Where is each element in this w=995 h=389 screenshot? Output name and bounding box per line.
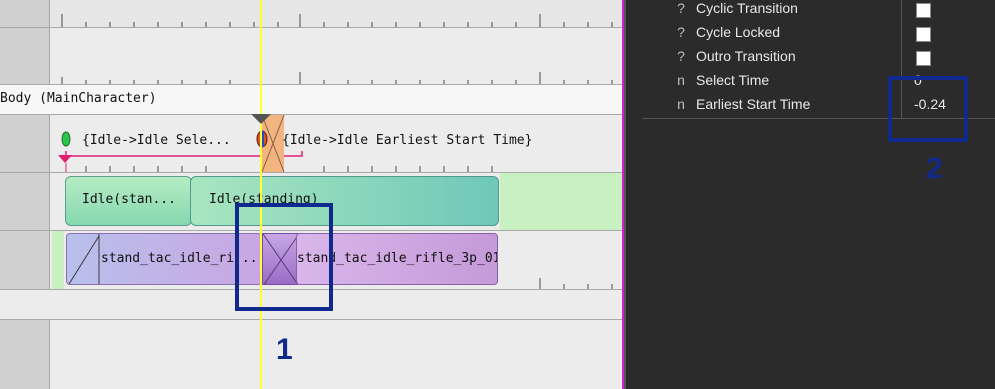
state-clip-idle-short[interactable]: Idle(stan... — [65, 176, 192, 226]
state-clip-label: Idle(stan... — [82, 192, 176, 207]
property-type-indicator: n — [677, 72, 685, 88]
event-label-idle-earliest-start[interactable]: {Idle->Idle Earliest Start Time} — [282, 133, 532, 148]
property-name: Select Time — [696, 72, 770, 88]
playhead-handle-icon[interactable] — [251, 114, 271, 124]
properties-panel: ? Cyclic Transition ? Cycle Locked ? Out… — [626, 0, 995, 389]
property-row-cycle-locked[interactable]: ? Cycle Locked — [626, 24, 995, 47]
event-label-idle-select[interactable]: {Idle->Idle Sele... — [82, 133, 231, 148]
property-type-indicator: ? — [677, 24, 685, 40]
annotation-number-1: 1 — [276, 333, 293, 366]
annotation-number-2: 2 — [926, 152, 943, 185]
blend-ramp-icon — [68, 234, 100, 284]
property-name: Earliest Start Time — [696, 96, 811, 112]
property-row-cyclic-transition[interactable]: ? Cyclic Transition — [626, 0, 995, 23]
property-type-indicator: n — [677, 96, 685, 112]
animation-timeline[interactable]: Body (MainCharacter) {Idle->Idle Sele...… — [0, 0, 622, 389]
animation-clip-short[interactable]: stand_tac_idle_ri... — [66, 233, 262, 285]
cycle-locked-checkbox[interactable] — [916, 27, 931, 42]
playhead-line[interactable] — [260, 0, 262, 389]
property-name: Cycle Locked — [696, 24, 781, 40]
outro-transition-checkbox[interactable] — [916, 51, 931, 66]
cyclic-transition-checkbox[interactable] — [916, 3, 931, 18]
annotation-box-2 — [888, 76, 968, 142]
property-type-indicator: ? — [677, 48, 685, 64]
property-name: Outro Transition — [696, 48, 796, 64]
property-type-indicator: ? — [677, 0, 685, 16]
property-name: Cyclic Transition — [696, 0, 798, 16]
property-row-outro-transition[interactable]: ? Outro Transition — [626, 48, 995, 71]
annotation-box-1 — [235, 203, 333, 311]
